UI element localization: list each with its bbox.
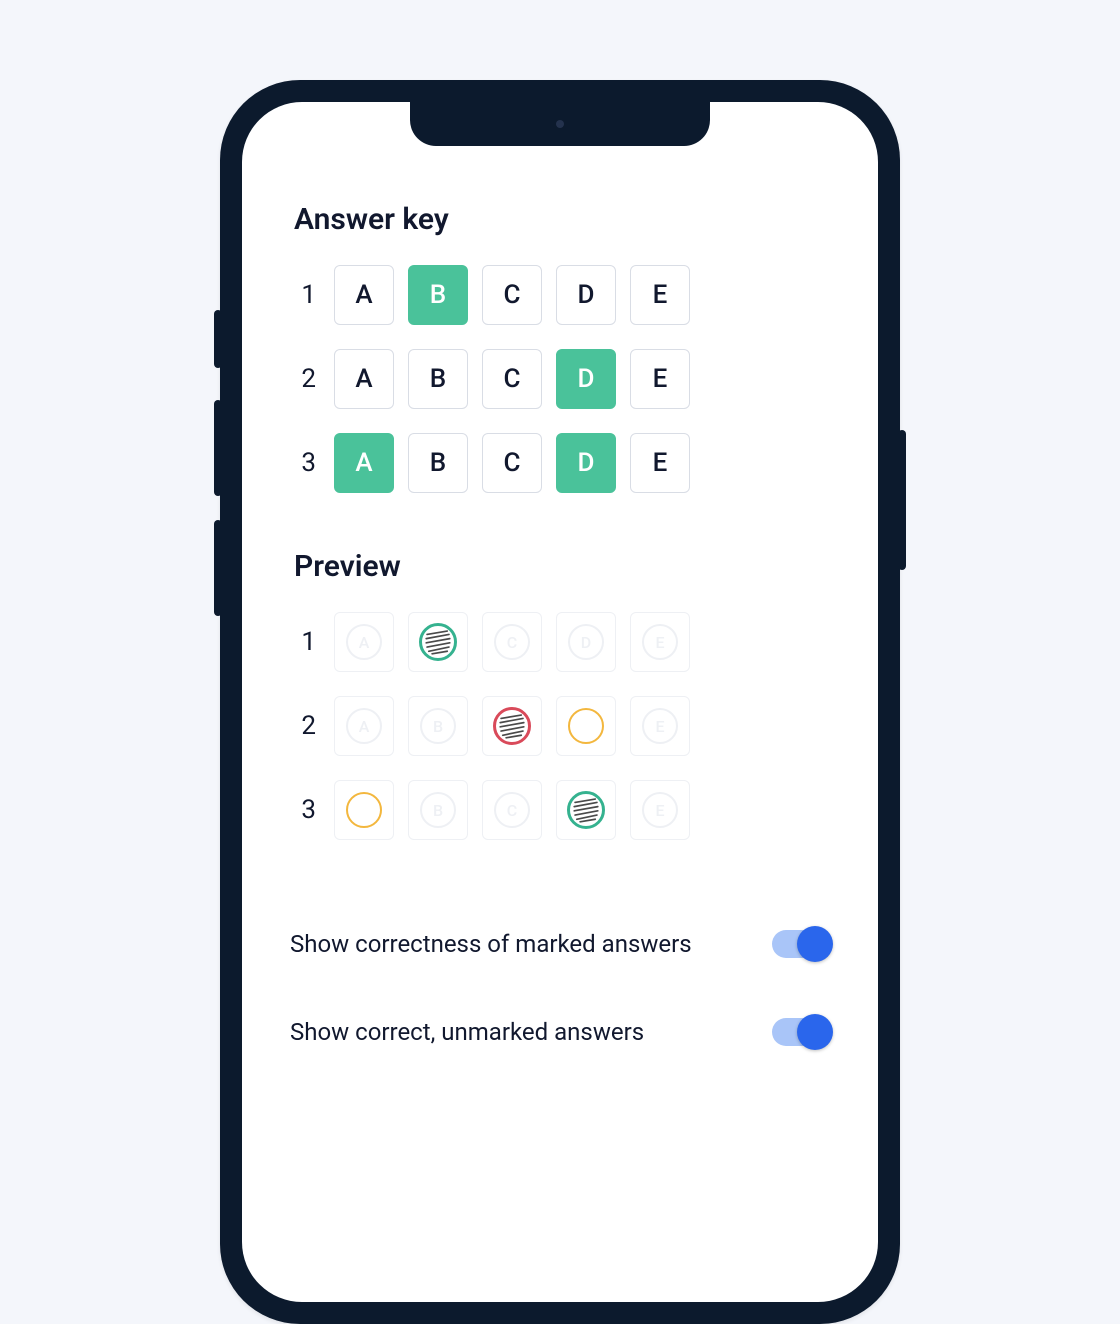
bubble-ghost-icon: E <box>642 708 678 744</box>
preview-cell-e: E <box>630 612 690 672</box>
answer-option-e[interactable]: E <box>630 265 690 325</box>
answer-option-b[interactable]: B <box>408 349 468 409</box>
preview-row: 3 B C E <box>290 780 830 840</box>
setting-row: Show correct, unmarked answers <box>290 1018 830 1046</box>
answer-key-section: Answer key 1ABCDE2ABCDE3ABCDE <box>290 202 830 493</box>
preview-cell-d <box>556 780 616 840</box>
bubble-unmarked-yellow-icon <box>346 792 382 828</box>
phone-side-button <box>214 520 222 616</box>
phone-side-button <box>214 400 222 496</box>
bubble-filled-green-icon <box>567 791 605 829</box>
answer-option-a[interactable]: A <box>334 265 394 325</box>
bubble-ghost-icon: C <box>494 792 530 828</box>
toggle-knob-icon <box>797 1014 833 1050</box>
bubble-ghost-icon: C <box>494 624 530 660</box>
phone-side-button <box>214 310 222 368</box>
preview-cell-c: C <box>482 780 542 840</box>
preview-section: Preview 1ACDE2ABE3BCE <box>290 549 830 840</box>
phone-side-button <box>898 430 906 570</box>
preview-cell-b <box>408 612 468 672</box>
answer-option-c[interactable]: C <box>482 349 542 409</box>
preview-title: Preview <box>294 549 830 584</box>
preview-cell-e: E <box>630 780 690 840</box>
bubble-ghost-icon: E <box>642 792 678 828</box>
row-number: 2 <box>290 711 320 741</box>
preview-cell-c <box>482 696 542 756</box>
answer-key-row: 1ABCDE <box>290 265 830 325</box>
toggle-knob-icon <box>797 926 833 962</box>
answer-option-a[interactable]: A <box>334 349 394 409</box>
row-number: 3 <box>290 448 320 478</box>
row-number: 2 <box>290 364 320 394</box>
preview-cell-c: C <box>482 612 542 672</box>
row-number: 1 <box>290 280 320 310</box>
answer-option-c[interactable]: C <box>482 265 542 325</box>
bubble-ghost-icon: A <box>346 708 382 744</box>
bubble-unmarked-yellow-icon <box>568 708 604 744</box>
preview-cell-d: D <box>556 612 616 672</box>
setting-toggle[interactable] <box>772 1018 830 1046</box>
preview-row: 2A B E <box>290 696 830 756</box>
preview-row: 1A C D E <box>290 612 830 672</box>
preview-cell-d <box>556 696 616 756</box>
bubble-ghost-icon: B <box>420 792 456 828</box>
bubble-ghost-icon: D <box>568 624 604 660</box>
bubble-ghost-icon: B <box>420 708 456 744</box>
answer-option-d[interactable]: D <box>556 349 616 409</box>
bubble-filled-green-icon <box>419 623 457 661</box>
answer-option-e[interactable]: E <box>630 349 690 409</box>
setting-row: Show correctness of marked answers <box>290 930 830 958</box>
answer-key-title: Answer key <box>294 202 830 237</box>
preview-cell-b: B <box>408 696 468 756</box>
bubble-ghost-icon: A <box>346 624 382 660</box>
phone-frame: Answer key 1ABCDE2ABCDE3ABCDE Preview 1A… <box>220 80 900 1324</box>
phone-notch <box>410 102 710 146</box>
preview-cell-a: A <box>334 612 394 672</box>
answer-key-row: 3ABCDE <box>290 433 830 493</box>
preview-cell-b: B <box>408 780 468 840</box>
phone-screen: Answer key 1ABCDE2ABCDE3ABCDE Preview 1A… <box>242 102 878 1302</box>
answer-option-b[interactable]: B <box>408 433 468 493</box>
answer-option-a[interactable]: A <box>334 433 394 493</box>
row-number: 3 <box>290 795 320 825</box>
bubble-filled-red-icon <box>493 707 531 745</box>
bubble-ghost-icon: E <box>642 624 678 660</box>
answer-option-b[interactable]: B <box>408 265 468 325</box>
answer-key-row: 2ABCDE <box>290 349 830 409</box>
setting-label: Show correctness of marked answers <box>290 930 692 958</box>
answer-option-d[interactable]: D <box>556 433 616 493</box>
preview-cell-e: E <box>630 696 690 756</box>
preview-cell-a: A <box>334 696 394 756</box>
preview-grid: 1ACDE2ABE3BCE <box>290 612 830 840</box>
settings-list: Show correctness of marked answers Show c… <box>290 930 830 1046</box>
preview-cell-a <box>334 780 394 840</box>
answer-option-c[interactable]: C <box>482 433 542 493</box>
answer-option-d[interactable]: D <box>556 265 616 325</box>
row-number: 1 <box>290 627 320 657</box>
setting-toggle[interactable] <box>772 930 830 958</box>
answer-key-grid: 1ABCDE2ABCDE3ABCDE <box>290 265 830 493</box>
answer-option-e[interactable]: E <box>630 433 690 493</box>
setting-label: Show correct, unmarked answers <box>290 1018 644 1046</box>
